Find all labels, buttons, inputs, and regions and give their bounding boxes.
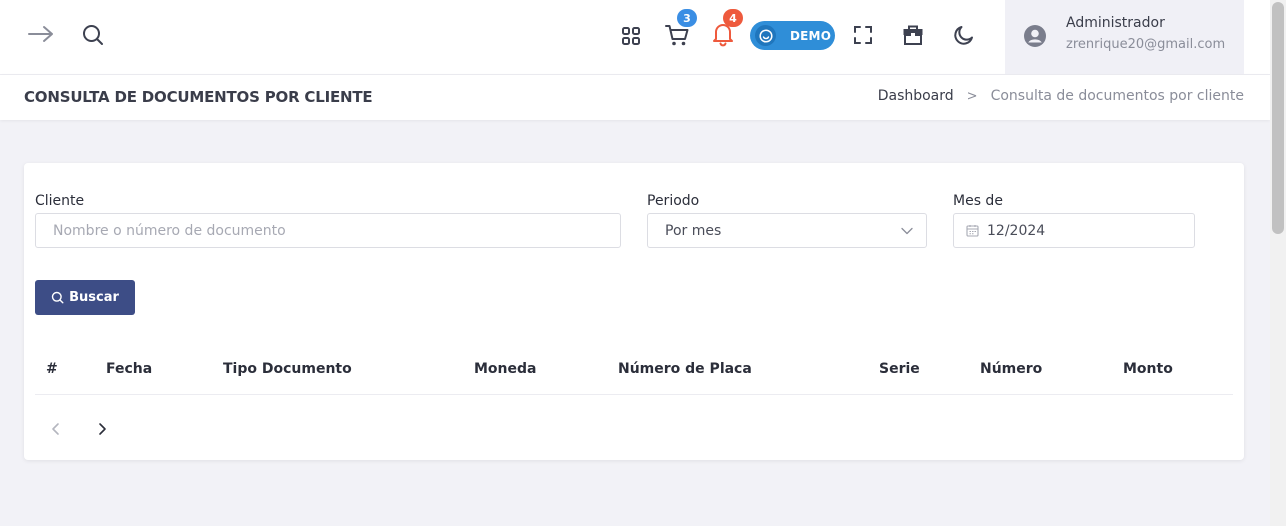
user-email: zrenrique20@gmail.com [1066,37,1226,52]
top-navbar: 3 4 DEMO Administrador zrenrique20@gmail… [0,0,1270,75]
breadcrumb-current: Consulta de documentos por cliente [990,88,1244,104]
breadcrumb-dashboard-link[interactable]: Dashboard [878,88,954,104]
demo-mode-toggle[interactable]: DEMO [750,21,835,50]
breadcrumb: Dashboard > Consulta de documentos por c… [878,88,1244,104]
column-header-moneda[interactable]: Moneda [474,361,536,377]
moon-icon[interactable] [951,22,977,48]
pagination-prev-icon[interactable] [49,420,63,438]
chevron-down-icon [900,226,914,236]
column-header-numero-placa[interactable]: Número de Placa [618,361,752,377]
notifications-count-badge: 4 [723,9,743,27]
column-header-numero[interactable]: Número [980,361,1042,377]
mes-value: 12/2024 [987,222,1046,239]
apps-grid-icon[interactable] [618,23,644,49]
periodo-value: Por mes [665,222,722,239]
user-name: Administrador [1066,15,1165,31]
store-icon[interactable] [900,22,926,48]
smile-icon [755,25,776,46]
scrollbar-thumb[interactable] [1272,2,1284,234]
page-header: CONSULTA DE DOCUMENTOS POR CLIENTE Dashb… [0,75,1270,120]
column-header-monto[interactable]: Monto [1123,361,1173,377]
search-icon[interactable] [80,22,106,48]
user-avatar-icon [1022,23,1048,49]
demo-label: DEMO [790,28,832,43]
breadcrumb-separator: > [966,88,978,104]
arrow-right-icon[interactable] [26,22,56,46]
column-header-fecha[interactable]: Fecha [106,361,152,377]
cliente-field [35,213,621,248]
search-button[interactable]: Buscar [35,280,135,315]
search-button-label: Buscar [69,290,119,305]
cliente-input[interactable] [36,222,620,239]
fullscreen-icon[interactable] [850,22,876,48]
mes-label: Mes de [953,193,1003,209]
column-header-serie[interactable]: Serie [879,361,920,377]
pagination-next-icon[interactable] [95,420,109,438]
periodo-select[interactable]: Por mes [647,213,927,248]
search-card: Cliente Periodo Por mes Mes de 12/2024 B… [24,163,1244,460]
cliente-label: Cliente [35,193,85,209]
mes-date-picker[interactable]: 12/2024 [953,213,1195,248]
periodo-label: Periodo [647,193,700,209]
cart-count-badge: 3 [677,9,697,27]
search-icon [51,291,64,304]
column-header-tipo-documento[interactable]: Tipo Documento [223,361,352,377]
calendar-icon [966,224,979,237]
table-header: # Fecha Tipo Documento Moneda Número de … [35,348,1233,395]
user-menu[interactable]: Administrador zrenrique20@gmail.com [1005,0,1244,74]
page-title: CONSULTA DE DOCUMENTOS POR CLIENTE [24,88,373,106]
column-header-index[interactable]: # [46,361,58,377]
